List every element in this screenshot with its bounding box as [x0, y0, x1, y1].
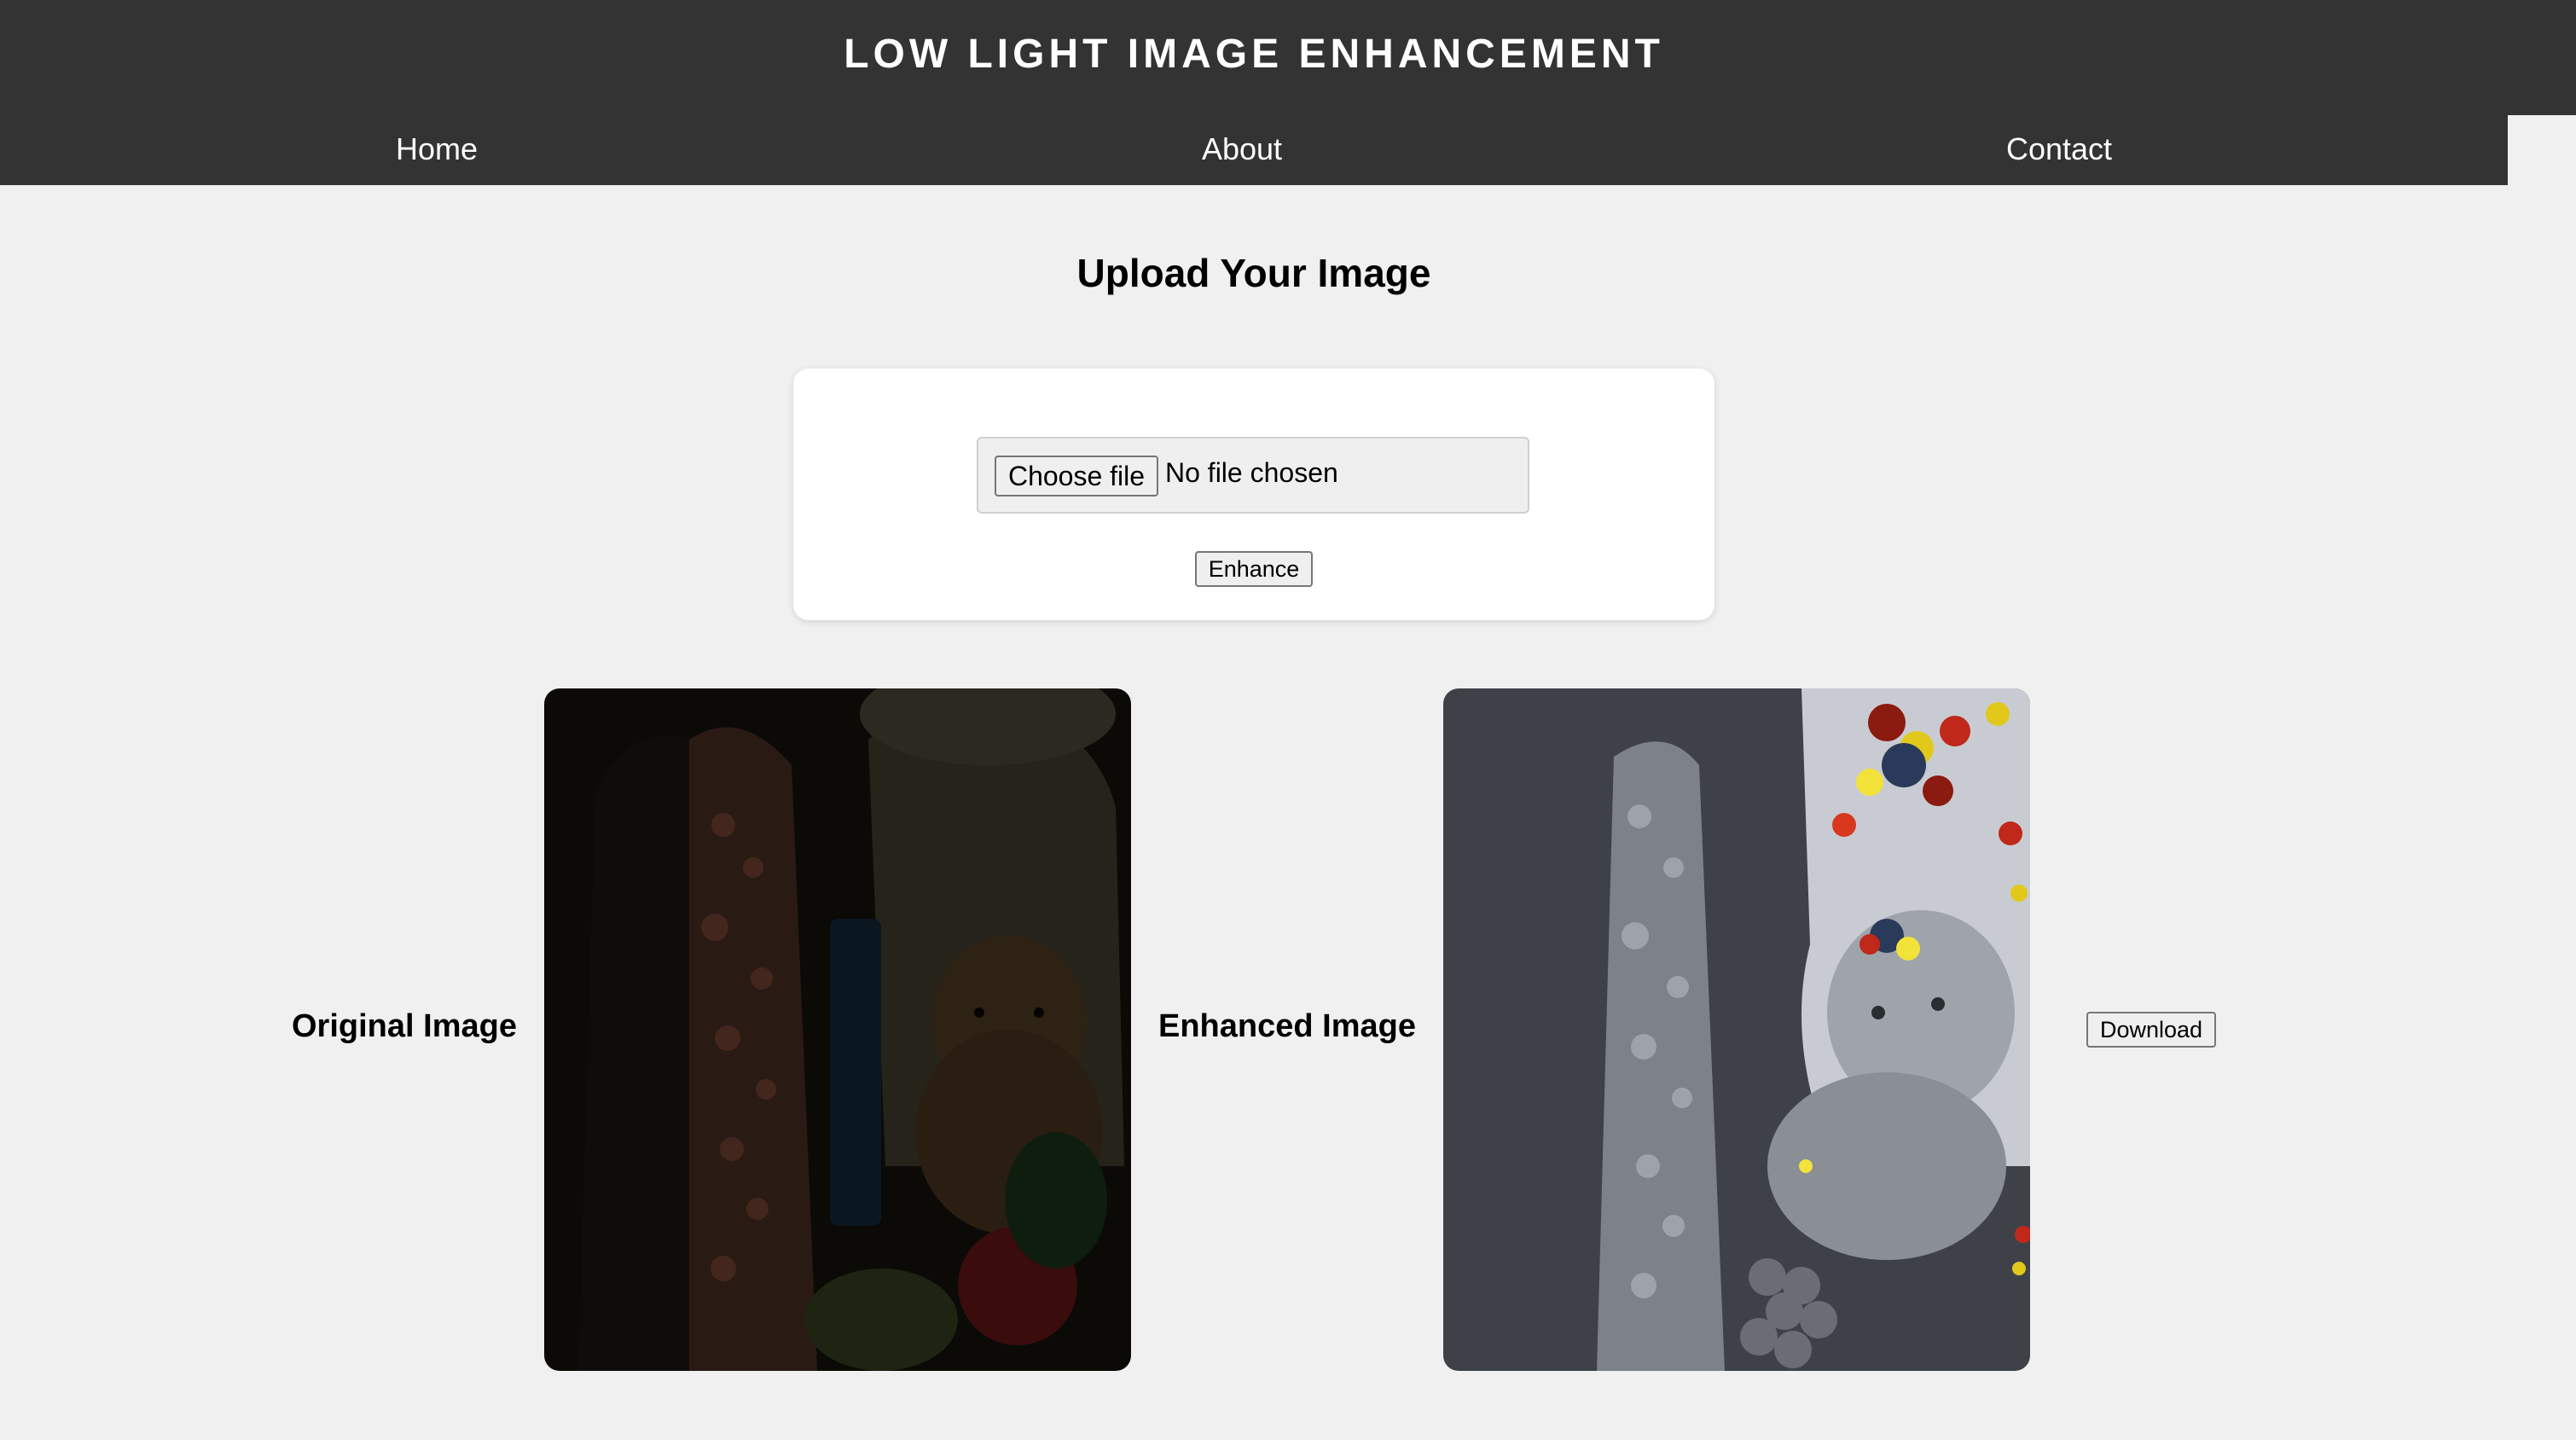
nav-about-link[interactable]: About — [1071, 131, 1413, 167]
nav-home-link[interactable]: Home — [266, 131, 607, 167]
choose-file-button[interactable]: Choose file — [995, 456, 1158, 496]
original-image-label: Original Image — [292, 1008, 517, 1044]
download-button[interactable]: Download — [2086, 1012, 2216, 1048]
original-image — [544, 688, 1131, 1371]
enhanced-image-label: Enhanced Image — [1158, 1008, 1416, 1044]
enhance-button[interactable]: Enhance — [1195, 551, 1313, 587]
nav-contact-link[interactable]: Contact — [1888, 131, 2230, 167]
file-status-text: No file chosen — [1165, 457, 1338, 488]
upload-heading: Upload Your Image — [1076, 251, 1431, 295]
enhanced-image — [1443, 688, 2030, 1371]
site-title: LOW LIGHT IMAGE ENHANCEMENT — [844, 32, 1664, 77]
